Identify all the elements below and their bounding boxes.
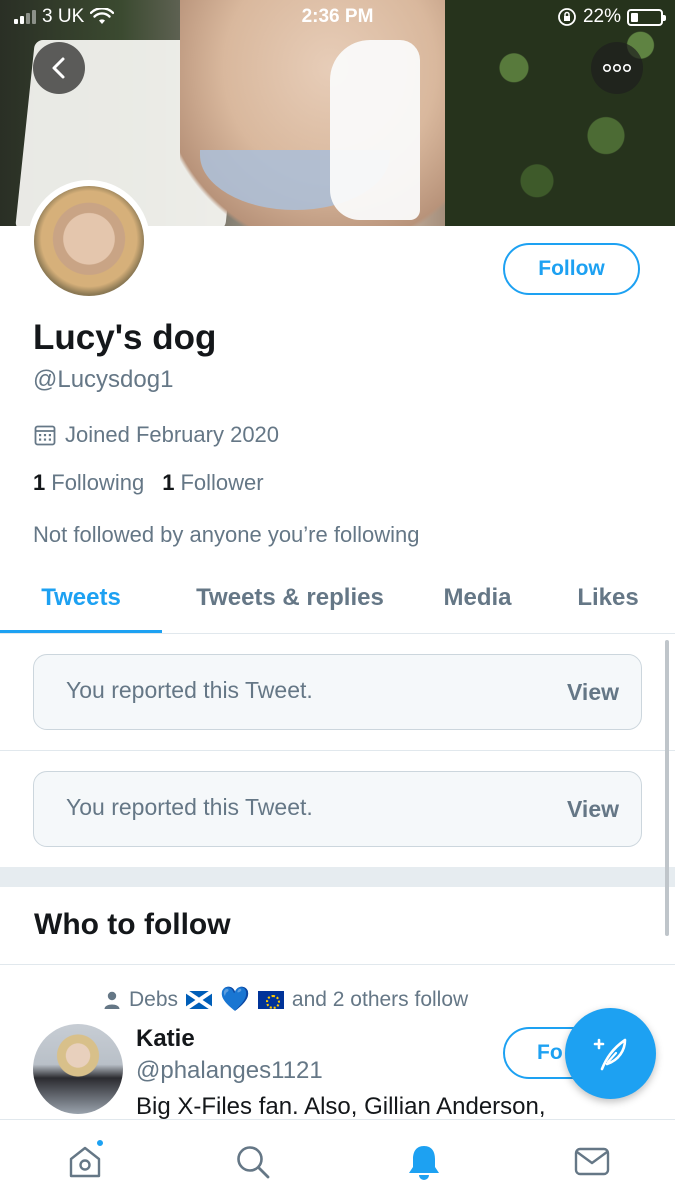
follow-button[interactable]: Follow [503, 243, 640, 295]
compose-feather-icon [593, 1038, 626, 1070]
who-to-follow-title: Who to follow [34, 908, 231, 941]
tab-likes[interactable]: Likes [552, 584, 664, 612]
section-separator [0, 867, 675, 887]
reported-tweet-text: You reported this Tweet. [66, 677, 313, 703]
join-date: Joined February 2020 [33, 422, 279, 448]
suggested-user-name[interactable]: Katie [136, 1025, 195, 1053]
home-icon [69, 1146, 101, 1178]
suggested-user-avatar[interactable] [33, 1024, 123, 1114]
follow-counts: 1 Following 1 Follower [33, 470, 264, 496]
reported-tweet-notice: You reported this Tweet. View [33, 654, 642, 730]
orientation-lock-icon [558, 8, 576, 26]
banner-towel [330, 40, 420, 220]
chevron-left-icon [52, 57, 65, 79]
tab-media[interactable]: Media [420, 584, 535, 612]
social-context-text: and 2 others follow [291, 987, 469, 1011]
bottom-navigation [0, 1119, 675, 1200]
following-count[interactable]: 1 Following [33, 470, 144, 496]
suggested-user-handle: @phalanges1121 [136, 1057, 323, 1084]
notifications-icon [409, 1146, 439, 1180]
battery-percent: 22% [582, 6, 621, 27]
nav-home[interactable] [63, 1138, 107, 1184]
reported-tweet-notice: You reported this Tweet. View [33, 771, 642, 847]
nav-search[interactable] [231, 1140, 275, 1184]
tab-tweets-replies[interactable]: Tweets & replies [170, 584, 410, 612]
reported-tweet-row: You reported this Tweet. View [0, 634, 675, 751]
profile-tabs: Tweets Tweets & replies Media Likes [0, 570, 675, 634]
scotland-flag-icon [186, 990, 213, 1009]
divider [0, 964, 675, 965]
view-reported-tweet-button[interactable]: View [567, 679, 619, 706]
status-bar: 3 UK 2:36 PM 22% [0, 0, 675, 36]
new-content-dot [95, 1138, 105, 1148]
nav-messages[interactable] [570, 1140, 614, 1184]
compose-tweet-button[interactable] [565, 1008, 656, 1099]
calendar-icon [34, 425, 56, 446]
active-tab-indicator [0, 630, 162, 633]
search-icon [237, 1146, 270, 1179]
person-icon [104, 991, 120, 1009]
suggested-user-bio: Big X-Files fan. Also, Gillian Anderson, [136, 1093, 546, 1120]
tab-tweets[interactable]: Tweets [0, 584, 162, 612]
more-options-button[interactable] [591, 42, 643, 94]
profile-handle: @Lucysdog1 [33, 366, 174, 393]
eu-flag-icon [257, 990, 284, 1009]
join-date-text: Joined February 2020 [65, 422, 280, 447]
battery-level [631, 12, 639, 22]
view-reported-tweet-button[interactable]: View [567, 796, 619, 823]
blue-heart-icon: 💙 [220, 986, 250, 1013]
more-horizontal-icon [602, 63, 631, 73]
scrollbar[interactable] [665, 640, 669, 936]
social-context: Debs 💙 and 2 others follow [103, 985, 468, 1014]
profile-display-name: Lucy's dog [33, 318, 217, 357]
followers-count[interactable]: 1 Follower [162, 470, 263, 496]
reported-tweet-row: You reported this Tweet. View [0, 751, 675, 868]
social-context-name: Debs [129, 987, 179, 1011]
nav-notifications[interactable] [402, 1140, 446, 1184]
reported-tweet-text: You reported this Tweet. [66, 794, 313, 820]
mutual-followers-note: Not followed by anyone you’re following [33, 522, 420, 547]
back-button[interactable] [33, 42, 85, 94]
profile-avatar[interactable] [28, 180, 150, 302]
battery-icon [627, 8, 666, 26]
messages-icon [574, 1147, 610, 1176]
